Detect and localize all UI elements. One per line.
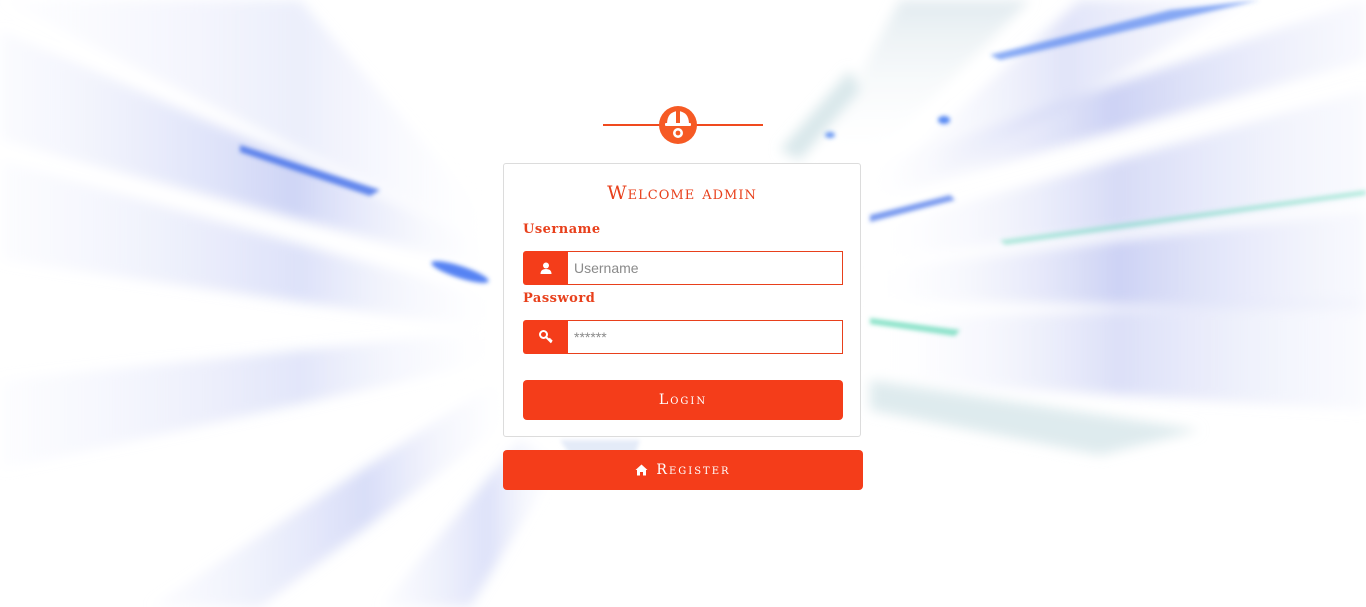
password-label: Password [523, 291, 596, 306]
register-button-label: Register [656, 462, 731, 478]
home-icon [635, 464, 648, 476]
logo [603, 100, 763, 146]
helmet-gear-icon [657, 102, 699, 144]
login-card: Welcome admin Username Password Login [503, 163, 861, 437]
register-button[interactable]: Register [503, 450, 863, 490]
card-title: Welcome admin [607, 182, 757, 204]
username-input-group [523, 251, 843, 285]
login-button-label: Login [658, 392, 708, 408]
key-icon [523, 320, 568, 354]
password-input-group [523, 320, 843, 354]
username-input[interactable] [568, 251, 843, 285]
password-input[interactable] [568, 320, 843, 354]
login-button[interactable]: Login [523, 380, 843, 420]
user-icon [523, 251, 568, 285]
username-label: Username [523, 222, 601, 237]
